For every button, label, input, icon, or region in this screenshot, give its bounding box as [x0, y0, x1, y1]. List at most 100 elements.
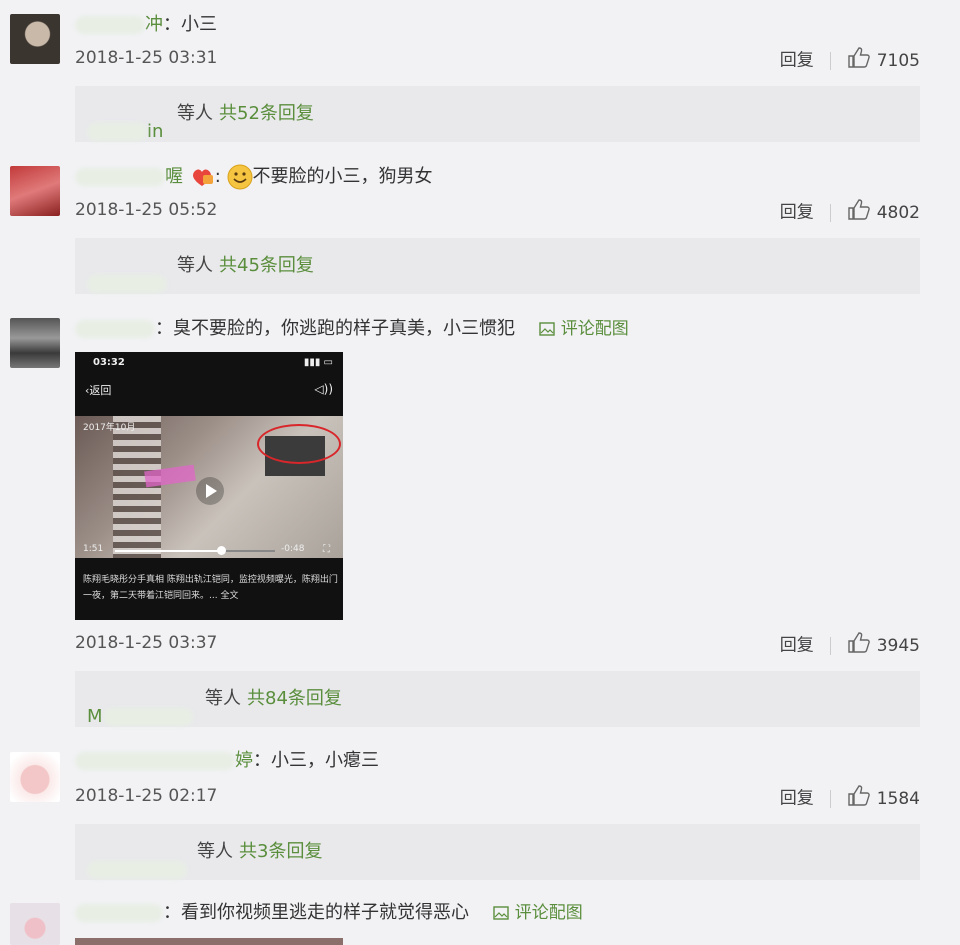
comment-header: ：臭不要脸的，你逃跑的样子真美，小三惯犯 评论配图	[75, 316, 629, 342]
video-progress-fill	[115, 550, 220, 552]
reply-button[interactable]: 回复	[780, 636, 814, 656]
comment-list: 冲：小三 2018-1-25 03:31 回复 7105 in等人 共52条回复 喔…	[0, 0, 960, 945]
status-time: 03:32	[93, 357, 125, 368]
colon: ：	[253, 750, 271, 771]
comment-image-link[interactable]: 评论配图	[539, 319, 629, 339]
reply-button[interactable]: 回复	[780, 203, 814, 223]
video-current-time: 1:51	[83, 544, 104, 554]
username-visible: 喔	[165, 166, 183, 187]
blurred-names	[87, 861, 187, 879]
reply-suffix: 等人	[205, 688, 241, 709]
vip-badge-icon	[189, 166, 215, 188]
divider	[829, 636, 831, 655]
red-circle-mark	[257, 424, 341, 464]
video-progress-bar[interactable]	[115, 550, 275, 552]
video-status-bar: 03:32 ▮▮▮ ▭	[75, 352, 343, 374]
back-button[interactable]: ‹返回	[85, 382, 111, 398]
reply-total-link[interactable]: 共84条回复	[247, 688, 342, 709]
battery-icon: ▮▮▮ ▭	[303, 357, 333, 368]
comment-header: 喔 : 不要脸的小三，狗男女	[75, 164, 433, 190]
like-icon[interactable]	[847, 631, 871, 660]
blurred-username	[75, 168, 165, 186]
video-watermark: 2017年10月	[83, 423, 136, 433]
username-link[interactable]	[75, 316, 155, 342]
reply-total-link[interactable]: 共45条回复	[219, 255, 314, 276]
colon: ：	[163, 14, 181, 35]
reply-names-visible: in	[147, 121, 164, 142]
avatar[interactable]	[10, 14, 60, 64]
blurred-username	[75, 752, 235, 770]
reply-button[interactable]: 回复	[780, 789, 814, 809]
comment-header: 婷：小三，小瘪三	[75, 748, 379, 774]
avatar[interactable]	[10, 318, 60, 368]
reply-names: in	[87, 104, 177, 142]
colon: ：	[163, 902, 181, 923]
reply-names	[87, 842, 197, 879]
username-link[interactable]: 喔	[75, 164, 183, 190]
like-count: 7105	[876, 50, 920, 71]
reply-names: M	[87, 689, 205, 727]
volume-icon[interactable]: ◁))	[314, 382, 333, 396]
comment-actions: 回复 7105	[780, 46, 920, 75]
like-icon[interactable]	[847, 784, 871, 813]
comment-time: 2018-1-25 03:31	[75, 48, 218, 68]
reply-summary[interactable]: 等人 共3条回复	[75, 824, 920, 880]
comment-text: 臭不要脸的，你逃跑的样子真美，小三惯犯	[173, 318, 515, 339]
username-link[interactable]: 婷	[75, 748, 253, 774]
comment-header: ：看到你视频里逃走的样子就觉得恶心 评论配图	[75, 900, 583, 926]
reply-summary[interactable]: in 等人 共52条回复	[75, 86, 920, 142]
colon: ：	[155, 318, 173, 339]
like-icon[interactable]	[847, 198, 871, 227]
reply-summary[interactable]: 等人 共45条回复	[75, 238, 920, 294]
like-icon[interactable]	[847, 46, 871, 75]
username-visible: 冲	[145, 14, 163, 35]
username-link[interactable]	[75, 900, 163, 926]
avatar[interactable]	[10, 752, 60, 802]
comment-time: 2018-1-25 02:17	[75, 786, 218, 806]
back-label: 返回	[89, 384, 112, 397]
blurred-username	[75, 16, 145, 34]
comment-time: 2018-1-25 03:37	[75, 633, 218, 653]
username-visible: 婷	[235, 750, 253, 771]
comment-image-link[interactable]: 评论配图	[493, 903, 583, 923]
blurred-names	[87, 123, 147, 141]
video-caption: 陈翔毛晓彤分手真相 陈翔出轨江铠同，监控视频曝光，陈翔出门一夜，第二天带着江铠同…	[83, 575, 338, 601]
image-icon	[539, 322, 555, 336]
image-icon	[493, 906, 509, 920]
reply-names	[87, 256, 177, 293]
reply-button[interactable]: 回复	[780, 51, 814, 71]
play-icon[interactable]	[195, 476, 225, 506]
comment-time: 2018-1-25 05:52	[75, 200, 218, 220]
blurred-names	[102, 708, 193, 726]
comment-actions: 回复 1584	[780, 784, 920, 813]
divider	[829, 51, 831, 70]
comment-image-label: 评论配图	[560, 319, 629, 339]
divider	[829, 789, 831, 808]
blurred-username	[75, 904, 163, 922]
comment-text: 小三，小瘪三	[271, 750, 379, 771]
fullscreen-icon[interactable]: ⛶	[323, 544, 330, 555]
comment-text: 不要脸的小三，狗男女	[252, 166, 433, 187]
video-thumbnail[interactable]: 03:32 ▮▮▮ ▭ ‹返回 ◁)) 2017年10月 1:51 -0:48 …	[75, 352, 343, 620]
video-remaining-time: -0:48	[281, 544, 305, 554]
blurred-names	[87, 275, 167, 293]
image-thumbnail[interactable]	[75, 938, 343, 945]
username-link[interactable]: 冲	[75, 12, 163, 38]
divider	[829, 203, 831, 222]
reply-suffix: 等人	[177, 103, 213, 124]
comment-actions: 回复 3945	[780, 631, 920, 660]
reply-summary[interactable]: M 等人 共84条回复	[75, 671, 920, 727]
reply-total-link[interactable]: 共3条回复	[239, 841, 322, 862]
reply-names-visible: M	[87, 706, 103, 727]
wall-panel	[113, 416, 161, 558]
like-count: 1584	[876, 788, 920, 809]
video-frame: 2017年10月	[75, 416, 343, 558]
like-count: 3945	[876, 635, 920, 656]
avatar[interactable]	[10, 903, 60, 945]
reply-total-link[interactable]: 共52条回复	[219, 103, 314, 124]
video-progress-knob[interactable]	[217, 546, 226, 555]
avatar[interactable]	[10, 166, 60, 216]
like-count: 4802	[876, 202, 920, 223]
colon: :	[214, 166, 221, 187]
comment-header: 冲：小三	[75, 12, 217, 38]
